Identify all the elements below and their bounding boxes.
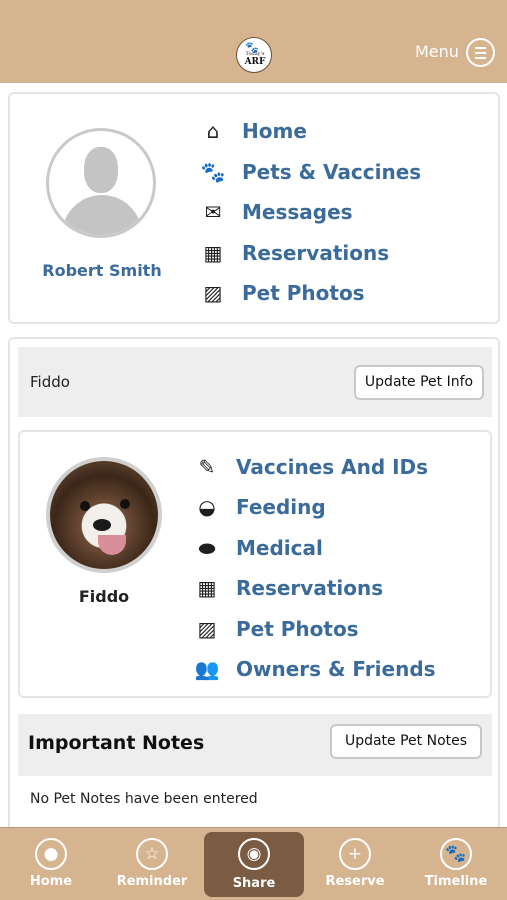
nav-medical-label: Medical xyxy=(236,536,323,560)
nav-pets-vaccines[interactable]: 🐾 Pets & Vaccines xyxy=(198,159,422,185)
nav-home[interactable]: ⌂ Home xyxy=(198,118,307,144)
nav-vaccines-ids[interactable]: ✎ Vaccines And IDs xyxy=(192,454,428,480)
nav-pet-photos-2-label: Pet Photos xyxy=(236,617,359,641)
nav-vaccines-ids-label: Vaccines And IDs xyxy=(236,455,429,479)
tab-reserve-label: Reserve xyxy=(325,874,385,889)
tab-timeline[interactable]: 🐾 Timeline xyxy=(406,828,506,900)
user-avatar[interactable] xyxy=(46,128,156,238)
photos-icon: ▨ xyxy=(203,281,223,305)
nav-home-label: Home xyxy=(242,119,307,143)
nav-owners-friends[interactable]: 👥 Owners & Friends xyxy=(192,656,436,682)
plus-icon: + xyxy=(339,838,371,870)
user-name[interactable]: Robert Smith xyxy=(10,261,194,280)
nav-pet-photos-2[interactable]: ▨ Pet Photos xyxy=(192,616,359,642)
paw-icon: 🐾 xyxy=(200,160,226,184)
menu-label[interactable]: Menu xyxy=(415,42,459,61)
pet-card: Fiddo ✎ Vaccines And IDs ◒ Feeding ⬬ Med… xyxy=(18,430,492,698)
app-header: 🐾 Today's ARF Menu xyxy=(0,0,507,83)
pet-bar-name: Fiddo xyxy=(30,373,70,391)
tab-reserve[interactable]: + Reserve xyxy=(305,828,405,900)
pet-name: Fiddo xyxy=(78,587,130,606)
camera-icon: ◉ xyxy=(238,838,270,870)
pet-avatar[interactable] xyxy=(46,457,162,573)
calendar-icon: ▦ xyxy=(203,241,223,265)
nav-feeding-label: Feeding xyxy=(236,495,326,519)
important-notes-title: Important Notes xyxy=(28,732,205,754)
avatar-icon: ● xyxy=(35,838,67,870)
profile-card: Robert Smith ⌂ Home 🐾 Pets & Vaccines ✉ … xyxy=(8,92,500,324)
pet-section: Fiddo Update Pet Info Fiddo ✎ Vaccines A… xyxy=(8,337,500,837)
tab-reminder[interactable]: ☆ Reminder xyxy=(102,828,202,900)
nav-owners-friends-label: Owners & Friends xyxy=(236,657,436,681)
nav-pet-reservations-label: Reservations xyxy=(236,576,384,600)
pet-header-bar: Fiddo Update Pet Info xyxy=(18,347,492,417)
nav-reservations[interactable]: ▦ Reservations xyxy=(198,240,390,266)
nav-messages[interactable]: ✉ Messages xyxy=(198,199,353,225)
nav-feeding[interactable]: ◒ Feeding xyxy=(192,494,326,520)
nav-messages-label: Messages xyxy=(242,200,353,224)
nav-medical[interactable]: ⬬ Medical xyxy=(192,535,323,561)
update-pet-info-button[interactable]: Update Pet Info xyxy=(354,365,484,400)
nav-pet-reservations[interactable]: ▦ Reservations xyxy=(192,575,384,601)
logo-text-main: ARF xyxy=(244,57,266,67)
photos-icon: ▨ xyxy=(197,617,217,641)
important-notes-header: Important Notes Update Pet Notes xyxy=(18,714,492,776)
home-icon: ⌂ xyxy=(206,119,220,143)
hamburger-menu-icon[interactable] xyxy=(466,38,495,67)
nav-pet-photos-label: Pet Photos xyxy=(242,281,365,305)
star-icon: ☆ xyxy=(136,838,168,870)
nav-pets-vaccines-label: Pets & Vaccines xyxy=(242,160,422,184)
tab-home-label: Home xyxy=(29,874,73,889)
tab-share[interactable]: ◉ Share xyxy=(204,832,304,897)
calendar-icon: ▦ xyxy=(197,576,217,600)
tab-share-label: Share xyxy=(232,876,276,891)
notes-empty-text: No Pet Notes have been entered xyxy=(30,791,258,807)
update-pet-notes-button[interactable]: Update Pet Notes xyxy=(330,724,482,759)
pills-icon: ⬬ xyxy=(198,536,216,560)
nav-reservations-label: Reservations xyxy=(242,241,390,265)
app-logo[interactable]: 🐾 Today's ARF xyxy=(236,37,272,73)
food-bowl-icon: ◒ xyxy=(198,495,216,519)
tab-home[interactable]: ● Home xyxy=(1,828,101,900)
syringe-icon: ✎ xyxy=(198,455,216,479)
nav-pet-photos[interactable]: ▨ Pet Photos xyxy=(198,280,365,306)
tab-timeline-label: Timeline xyxy=(424,874,488,889)
paw-icon: 🐾 xyxy=(440,838,472,870)
users-icon: 👥 xyxy=(194,657,220,681)
envelope-icon: ✉ xyxy=(204,200,222,224)
tab-reminder-label: Reminder xyxy=(116,874,188,889)
bottom-tab-bar: ● Home ☆ Reminder ◉ Share + Reserve 🐾 Ti… xyxy=(0,827,507,900)
